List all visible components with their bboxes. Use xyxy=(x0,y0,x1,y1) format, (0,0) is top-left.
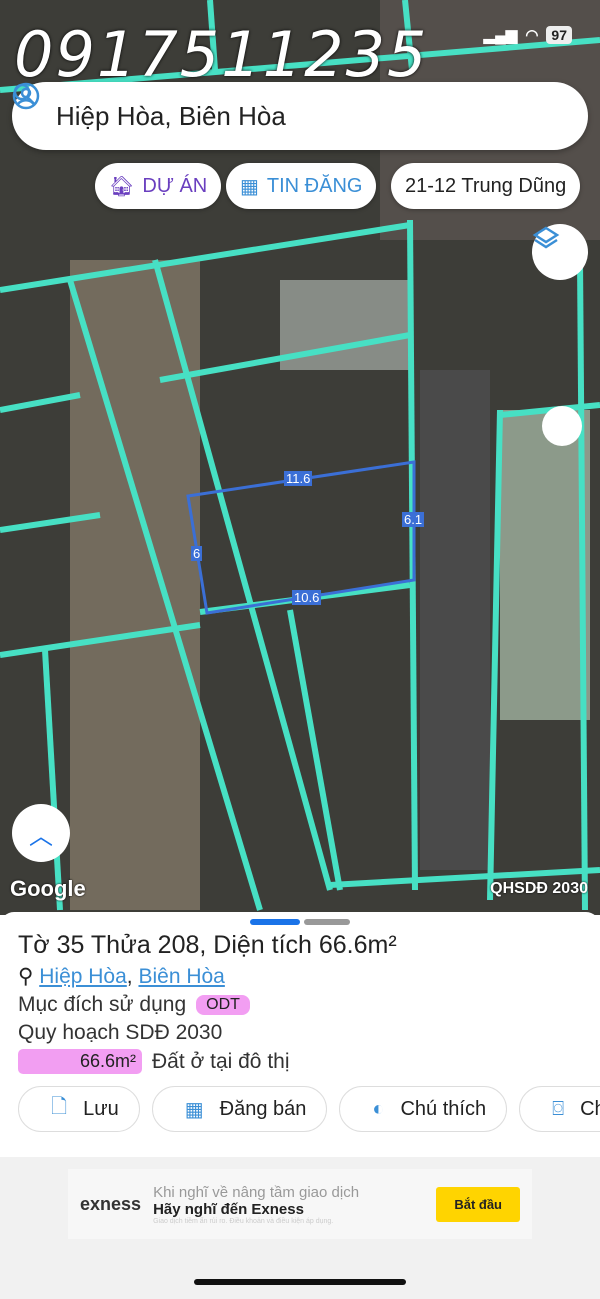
opacity-slider-handle[interactable] xyxy=(542,406,582,446)
add-photo-button[interactable]: ⌼ Ch xyxy=(519,1086,600,1132)
phone-watermark: 0917511235 xyxy=(14,18,429,91)
edge-label-bottom: 10.6 xyxy=(292,590,322,605)
chip-du-an[interactable]: 🏠︎ DỰ ÁN xyxy=(95,163,222,209)
house-icon: 🏠︎ xyxy=(109,175,135,198)
ad-banner[interactable]: exness Khi nghĩ về nâng tầm giao dịch Hãy… xyxy=(68,1169,532,1239)
ad-banner-area: exness Khi nghĩ về nâng tầm giao dịch Hãy… xyxy=(0,1157,600,1299)
area-badge: 66.6m² xyxy=(18,1049,142,1074)
purpose-label: Mục đích sử dụng xyxy=(18,993,187,1016)
listing-icon: ▦ xyxy=(184,1098,204,1121)
layer-label: QHSDĐ 2030 xyxy=(490,880,588,897)
listing-icon: ▦ xyxy=(240,175,259,198)
parcel-title: Tờ 35 Thửa 208, Diện tích 66.6m² xyxy=(18,931,397,959)
chip-label: TIN ĐĂNG xyxy=(266,174,363,197)
chip-tin-dang[interactable]: ▦ TIN ĐĂNG xyxy=(226,163,377,209)
ad-logo: exness xyxy=(80,1193,142,1214)
ward-link[interactable]: Hiệp Hòa xyxy=(39,965,127,988)
contrast-icon: ◐ xyxy=(372,1097,385,1120)
status-bar: ▂▄▆ ◠ 97 xyxy=(484,26,572,44)
search-input[interactable]: Hiệp Hòa, Biên Hòa xyxy=(56,101,566,132)
layers-icon xyxy=(532,226,560,249)
layers-button[interactable] xyxy=(532,224,588,280)
save-button[interactable]: 🗋 Lưu xyxy=(18,1086,140,1132)
ad-disclaimer: Giao dịch tiềm ẩn rủi ro. Điều khoản và … xyxy=(153,1217,334,1225)
pin-icon: ⚲ xyxy=(18,965,34,988)
file-add-icon: 🗋 xyxy=(51,1096,68,1118)
location: ⚲ Hiệp Hòa, Biên Hòa xyxy=(18,965,225,988)
ad-line1: Khi nghĩ về nâng tầm giao dịch xyxy=(153,1183,360,1201)
area-description: Đất ở tại đô thị xyxy=(152,1049,290,1073)
plan-title: Quy hoạch SDĐ 2030 xyxy=(18,1021,223,1044)
legend-button[interactable]: ◐ Chú thích xyxy=(339,1086,508,1132)
ad-cta-button[interactable]: Bắt đầu xyxy=(436,1186,520,1222)
ad-line2: Hãy nghĩ đến Exness xyxy=(153,1200,304,1218)
battery-level: 97 xyxy=(546,26,572,44)
button-label: Lưu xyxy=(83,1097,119,1120)
search-bar[interactable]: Hiệp Hòa, Biên Hòa xyxy=(12,82,588,150)
google-logo: Google xyxy=(10,876,86,901)
bottom-sheet: Tờ 35 Thửa 208, Diện tích 66.6m² ⚲ Hiệp … xyxy=(0,912,600,1157)
edge-label-left: 6 xyxy=(191,546,203,561)
wifi-icon: ◠ xyxy=(525,27,539,44)
chip-address[interactable]: 21-12 Trung Dũng xyxy=(391,163,581,209)
edge-label-right: 6.1 xyxy=(402,512,425,527)
signal-icon: ▂▄▆ xyxy=(483,27,518,44)
button-label: Đăng bán xyxy=(219,1097,307,1120)
home-indicator[interactable] xyxy=(194,1279,406,1285)
chip-label: DỰ ÁN xyxy=(142,174,208,197)
purpose-badge: ODT xyxy=(196,995,250,1015)
search-icon[interactable] xyxy=(12,82,38,108)
button-label: Ch xyxy=(580,1097,600,1120)
expand-button[interactable]: ︿ xyxy=(12,804,70,862)
chip-label: 21-12 Trung Dũng xyxy=(405,174,567,197)
button-label: Chú thích xyxy=(400,1097,487,1120)
sheet-handle[interactable] xyxy=(18,912,582,925)
post-sale-button[interactable]: ▦ Đăng bán xyxy=(151,1086,328,1132)
satellite-map[interactable]: 11.6 6.1 6 10.6 0917511235 ▂▄▆ ◠ 97 Hiệp… xyxy=(0,0,600,915)
city-link[interactable]: Biên Hòa xyxy=(138,965,224,988)
camera-add-icon: ⌼ xyxy=(552,1097,565,1120)
chevron-up-icon: ︿ xyxy=(29,822,53,850)
edge-label-top: 11.6 xyxy=(284,471,313,486)
